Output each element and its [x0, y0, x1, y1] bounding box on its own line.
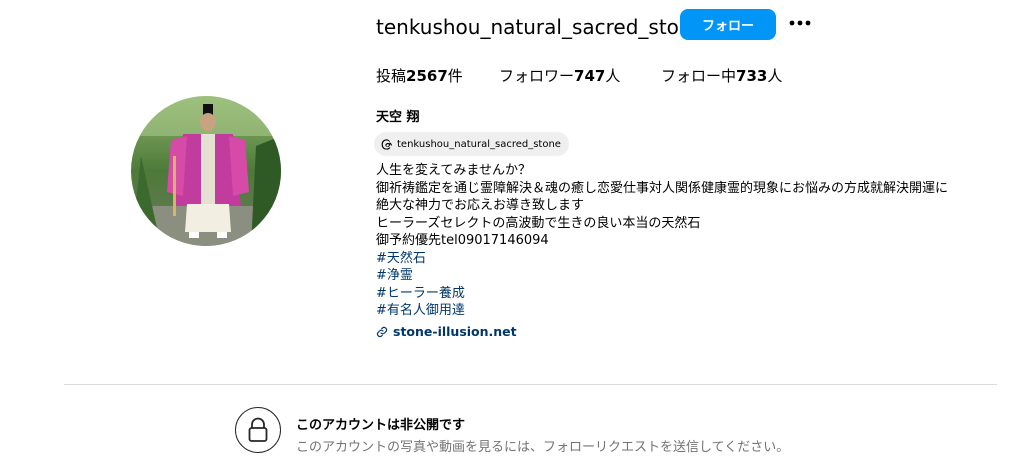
profile-bio: 人生を変えてみませんか？ 御祈祷鑑定を通じ霊障解決＆魂の癒し恋愛仕事対人関係健康…: [376, 162, 1016, 320]
external-link[interactable]: stone-illusion.net: [376, 324, 517, 339]
profile-username: tenkushou_natural_sacred_stone: [376, 15, 704, 39]
followers-label: フォロワー: [499, 67, 575, 85]
bio-line: 人生を変えてみませんか？: [376, 163, 531, 178]
profile-page: tenkushou_natural_sacred_stone フォロー 投稿25…: [0, 0, 1024, 471]
avatar-image: [131, 96, 281, 246]
private-lock-badge: [235, 407, 281, 453]
external-link-text: stone-illusion.net: [393, 324, 517, 339]
private-account-description: このアカウントの写真や動画を見るには、フォローリクエストを送信してください。: [296, 440, 790, 455]
profile-display-name: 天空 翔: [376, 110, 420, 125]
bio-line: 絶大な神力でお応えお導き致します: [376, 198, 585, 213]
lock-icon: [248, 417, 268, 442]
hashtag-link[interactable]: #有名人御用達: [376, 302, 1016, 320]
bio-line: 御祈祷鑑定を通じ霊障解決＆魂の癒し恋愛仕事対人関係健康霊的現象にお悩みの方成就解…: [376, 180, 949, 196]
following-label: フォロー中: [661, 67, 737, 85]
posts-stat: 投稿2567件: [376, 66, 463, 86]
following-unit: 人: [767, 67, 783, 85]
followers-unit: 人: [605, 67, 621, 85]
section-divider: [64, 384, 997, 385]
following-count: 733: [736, 67, 768, 85]
threads-handle: tenkushou_natural_sacred_stone: [397, 138, 561, 150]
threads-badge[interactable]: tenkushou_natural_sacred_stone: [374, 132, 569, 156]
posts-count: 2567: [406, 67, 448, 85]
posts-label: 投稿: [376, 67, 407, 85]
more-options-icon: [789, 20, 811, 26]
bio-line: 御予約優先tel09017146094: [376, 233, 549, 248]
following-stat[interactable]: フォロー中733人: [661, 66, 782, 86]
followers-count: 747: [574, 67, 606, 85]
hashtag-link[interactable]: #ヒーラー養成: [376, 285, 1016, 303]
profile-avatar[interactable]: [131, 96, 281, 246]
private-account-title: このアカウントは非公開です: [296, 418, 466, 433]
posts-unit: 件: [447, 67, 463, 85]
followers-stat[interactable]: フォロワー747人: [499, 66, 620, 86]
hashtag-link[interactable]: #浄霊: [376, 267, 1016, 285]
link-icon: [376, 326, 388, 337]
hashtag-link[interactable]: #天然石: [376, 250, 1016, 268]
threads-icon: [381, 138, 392, 150]
more-options-button[interactable]: [787, 10, 813, 36]
follow-button[interactable]: フォロー: [680, 9, 776, 40]
bio-line: ヒーラーズセレクトの高波動で生きの良い本当の天然石: [376, 215, 701, 231]
